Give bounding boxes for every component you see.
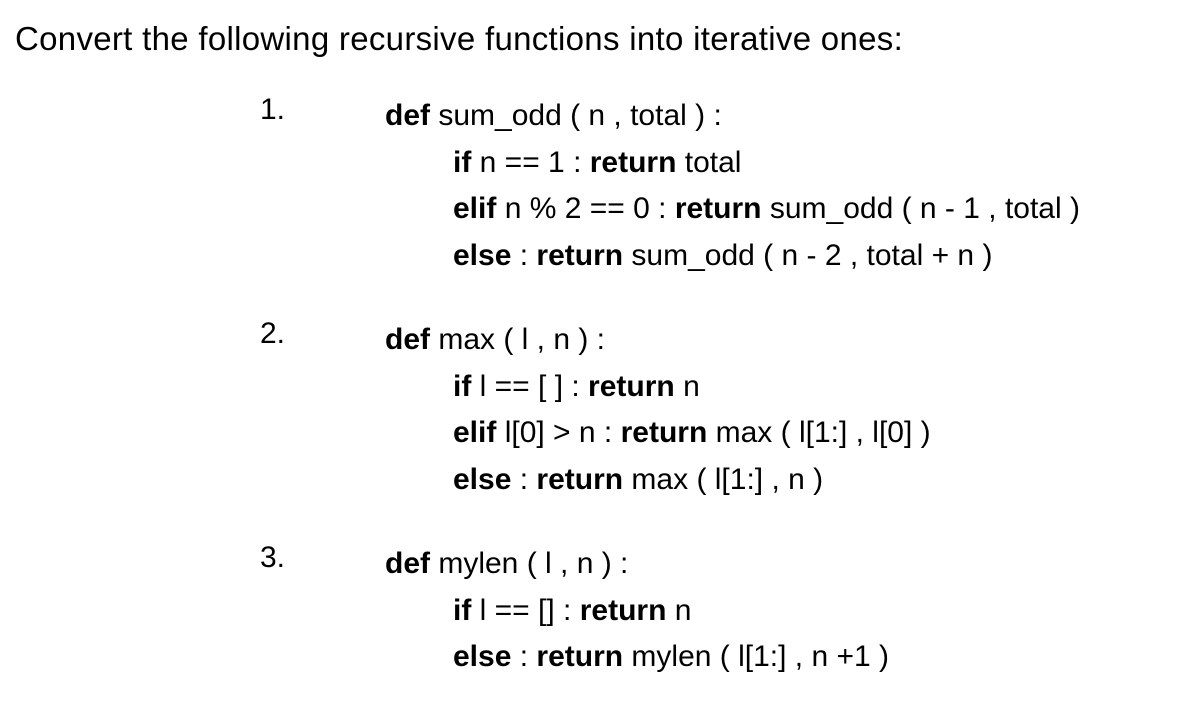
- item-number: 3.: [260, 541, 385, 575]
- code-line: else : return mylen ( l[1:] , n +1 ): [385, 634, 889, 681]
- code-text: :: [511, 463, 536, 496]
- code-text: max ( l[1:] , n ): [623, 463, 823, 496]
- code-block: def max ( l , n ) : if l == [ ] : return…: [385, 317, 931, 503]
- keyword-elif: elif: [453, 416, 496, 449]
- code-line: if l == [ ] : return n: [385, 364, 931, 411]
- keyword-def: def: [385, 323, 430, 356]
- keyword-return: return: [536, 239, 623, 272]
- keyword-def: def: [385, 99, 430, 132]
- keyword-if: if: [453, 370, 471, 403]
- keyword-else: else: [453, 463, 511, 496]
- code-line: else : return sum_odd ( n - 2 , total + …: [385, 233, 1080, 280]
- keyword-else: else: [453, 239, 511, 272]
- code-text: n == 1 :: [471, 146, 589, 179]
- code-text: n: [675, 370, 700, 403]
- list-item: 1. def sum_odd ( n , total ) : if n == 1…: [15, 93, 1185, 279]
- code-text: :: [511, 640, 536, 673]
- keyword-return: return: [675, 192, 762, 225]
- code-block: def mylen ( l , n ) : if l == [] : retur…: [385, 541, 889, 681]
- keyword-else: else: [453, 640, 511, 673]
- keyword-return: return: [580, 594, 667, 627]
- code-text: n % 2 == 0 :: [496, 192, 674, 225]
- code-text: sum_odd ( n - 1 , total ): [762, 192, 1080, 225]
- code-line: else : return max ( l[1:] , n ): [385, 457, 931, 504]
- code-line: def max ( l , n ) :: [385, 317, 931, 364]
- code-text: l[0] > n :: [496, 416, 620, 449]
- page-title: Convert the following recursive function…: [15, 20, 1185, 58]
- code-text: total: [676, 146, 741, 179]
- code-text: n: [666, 594, 691, 627]
- item-number: 1.: [260, 93, 385, 127]
- code-line: elif n % 2 == 0 : return sum_odd ( n - 1…: [385, 186, 1080, 233]
- list-item: 3. def mylen ( l , n ) : if l == [] : re…: [15, 541, 1185, 681]
- code-block: def sum_odd ( n , total ) : if n == 1 : …: [385, 93, 1080, 279]
- keyword-return: return: [590, 146, 677, 179]
- keyword-if: if: [453, 594, 471, 627]
- code-line: elif l[0] > n : return max ( l[1:] , l[0…: [385, 410, 931, 457]
- code-text: l == [ ] :: [471, 370, 588, 403]
- keyword-return: return: [536, 463, 623, 496]
- code-line: if n == 1 : return total: [385, 140, 1080, 187]
- item-number: 2.: [260, 317, 385, 351]
- keyword-def: def: [385, 547, 430, 580]
- keyword-return: return: [621, 416, 708, 449]
- code-text: :: [511, 239, 536, 272]
- items-list: 1. def sum_odd ( n , total ) : if n == 1…: [15, 93, 1185, 681]
- keyword-elif: elif: [453, 192, 496, 225]
- code-text: mylen ( l[1:] , n +1 ): [623, 640, 889, 673]
- keyword-return: return: [588, 370, 675, 403]
- code-text: mylen ( l , n ) :: [430, 547, 628, 580]
- code-text: max ( l[1:] , l[0] ): [707, 416, 930, 449]
- code-line: def mylen ( l , n ) :: [385, 541, 889, 588]
- code-line: if l == [] : return n: [385, 588, 889, 635]
- code-text: max ( l , n ) :: [430, 323, 605, 356]
- keyword-if: if: [453, 146, 471, 179]
- keyword-return: return: [536, 640, 623, 673]
- code-text: l == [] :: [471, 594, 579, 627]
- code-text: sum_odd ( n , total ) :: [430, 99, 722, 132]
- code-line: def sum_odd ( n , total ) :: [385, 93, 1080, 140]
- code-text: sum_odd ( n - 2 , total + n ): [623, 239, 992, 272]
- list-item: 2. def max ( l , n ) : if l == [ ] : ret…: [15, 317, 1185, 503]
